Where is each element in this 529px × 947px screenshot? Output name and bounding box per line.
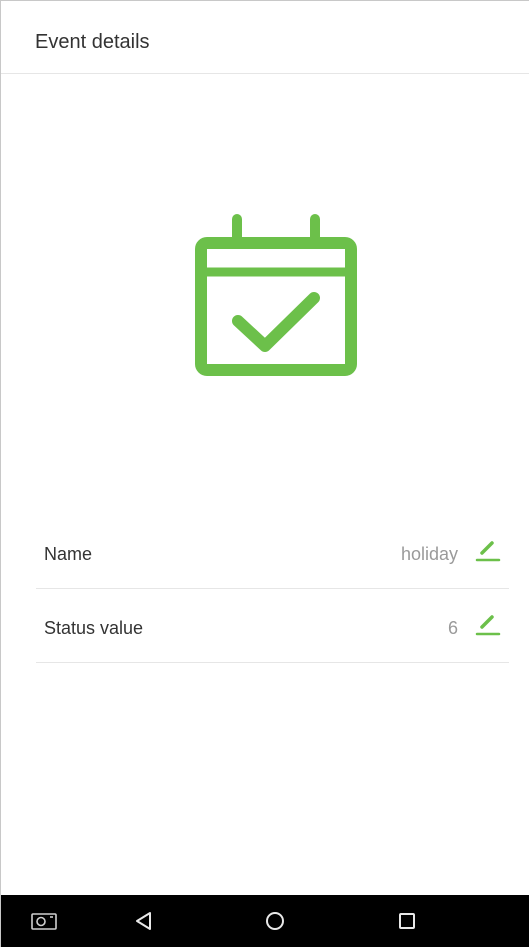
field-row-name[interactable]: Name holiday (36, 516, 509, 589)
page-title: Event details (35, 31, 150, 53)
edit-name-button[interactable] (475, 538, 501, 564)
system-navigation-bar (1, 895, 529, 947)
home-icon[interactable] (259, 905, 291, 937)
name-value: holiday (400, 544, 458, 564)
name-label: Name (44, 544, 93, 564)
back-icon[interactable] (128, 905, 160, 937)
app-header: Event details (1, 1, 529, 74)
status-value-label: Status value (44, 618, 144, 638)
recents-icon[interactable] (391, 905, 423, 937)
calendar-check-icon (193, 213, 359, 379)
field-row-status-value[interactable]: Status value 6 (36, 590, 509, 663)
edit-status-value-button[interactable] (475, 612, 501, 638)
screen: Event details Name holiday Status value … (0, 0, 529, 947)
status-value-value: 6 (447, 618, 458, 638)
screenshot-icon[interactable] (28, 905, 60, 937)
